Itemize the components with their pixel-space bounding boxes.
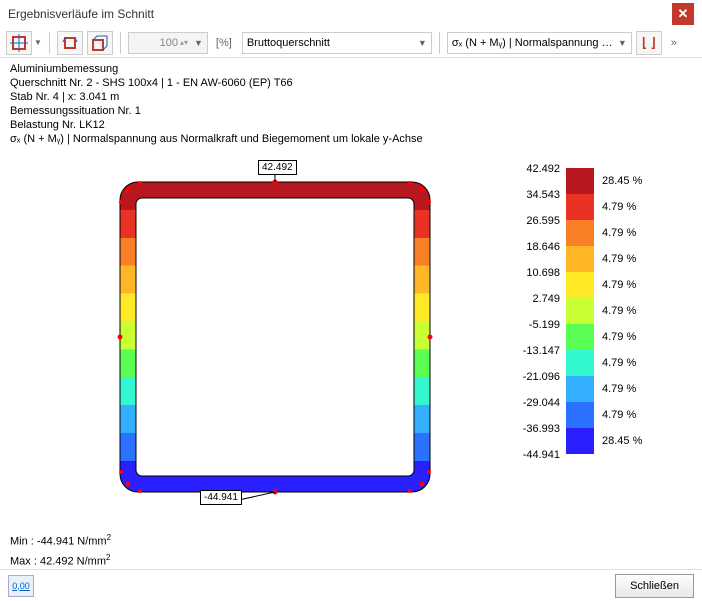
- legend-tick: -21.096: [514, 371, 566, 383]
- max-value-label: 42.492: [258, 160, 297, 175]
- legend-tick: -36.993: [514, 423, 566, 435]
- legend-percent: 4.79 %: [594, 357, 654, 369]
- legend-tick: 2.749: [514, 293, 566, 305]
- separator: [439, 32, 440, 54]
- close-button[interactable]: Schließen: [615, 574, 694, 598]
- min-value-label: -44.941: [200, 490, 242, 505]
- toolbar-overflow-button[interactable]: »: [666, 37, 682, 49]
- view-iso-button[interactable]: [87, 31, 113, 55]
- result-type-combo[interactable]: σₓ (N + Mᵧ) | Normalspannung au… ▼: [447, 32, 632, 54]
- max-label: Max :: [10, 555, 37, 567]
- close-icon[interactable]: ✕: [672, 3, 694, 25]
- legend-percent: 4.79 %: [594, 279, 654, 291]
- number-format-button[interactable]: 0,00: [8, 575, 34, 597]
- legend-tick: 42.492: [514, 163, 566, 175]
- max-value: 42.492 N/mm: [40, 555, 106, 567]
- legend-color-swatch: [566, 168, 594, 194]
- legend-color-swatch: [566, 324, 594, 350]
- chevron-down-icon: ▼: [418, 38, 427, 48]
- min-value: -44.941 N/mm: [37, 536, 107, 548]
- info-line: σₓ (N + Mᵧ) | Normalspannung aus Normalk…: [10, 132, 692, 146]
- cross-section-value: Bruttoquerschnitt: [247, 37, 414, 49]
- minmax-block: Min : -44.941 N/mm2 Max : 42.492 N/mm2: [10, 530, 111, 569]
- chevron-down-icon[interactable]: ▼: [34, 38, 42, 47]
- legend-percent: 4.79 %: [594, 253, 654, 265]
- zoom-value: 100: [160, 37, 178, 49]
- legend-tick: -5.199: [514, 319, 566, 331]
- cross-section-plot: [100, 162, 460, 512]
- legend-percent: 28.45 %: [594, 435, 654, 447]
- info-line: Belastung Nr. LK12: [10, 118, 692, 132]
- min-label: Min :: [10, 536, 34, 548]
- legend-tick: 34.543: [514, 189, 566, 201]
- legend-color-swatch: [566, 194, 594, 220]
- legend-color-swatch: [566, 246, 594, 272]
- legend-color-swatch: [566, 402, 594, 428]
- separator: [120, 32, 121, 54]
- color-legend: 42.49228.45 %34.5434.79 %26.5954.79 %18.…: [514, 168, 684, 480]
- info-line: Stab Nr. 4 | x: 3.041 m: [10, 90, 692, 104]
- brackets-button[interactable]: ⌊ ⌋: [636, 31, 662, 55]
- legend-tick: 10.698: [514, 267, 566, 279]
- legend-tick: -13.147: [514, 345, 566, 357]
- legend-color-swatch: [566, 428, 594, 454]
- legend-percent: 4.79 %: [594, 383, 654, 395]
- separator: [49, 32, 50, 54]
- window-title: Ergebnisverläufe im Schnitt: [8, 7, 672, 21]
- info-line: Aluminiumbemessung: [10, 62, 692, 76]
- legend-color-swatch: [566, 220, 594, 246]
- legend-percent: 4.79 %: [594, 201, 654, 213]
- legend-color-swatch: [566, 298, 594, 324]
- legend-tick: -29.044: [514, 397, 566, 409]
- view-front-button[interactable]: [57, 31, 83, 55]
- titlebar: Ergebnisverläufe im Schnitt ✕: [0, 0, 702, 28]
- legend-color-swatch: [566, 272, 594, 298]
- legend-color-swatch: [566, 350, 594, 376]
- section-graphic-button[interactable]: [6, 31, 32, 55]
- legend-percent: 4.79 %: [594, 305, 654, 317]
- zoom-combo[interactable]: 100 ▴▾ ▼: [128, 32, 208, 54]
- legend-percent: 4.79 %: [594, 331, 654, 343]
- zoom-unit: [%]: [216, 37, 232, 49]
- chevron-down-icon: ▼: [618, 38, 627, 48]
- chevron-down-icon: ▼: [194, 38, 203, 48]
- legend-color-swatch: [566, 376, 594, 402]
- legend-row: -44.941: [514, 454, 684, 480]
- legend-percent: 4.79 %: [594, 409, 654, 421]
- info-line: Bemessungssituation Nr. 1: [10, 104, 692, 118]
- info-block: Aluminiumbemessung Querschnitt Nr. 2 - S…: [0, 58, 702, 148]
- legend-percent: 4.79 %: [594, 227, 654, 239]
- legend-tick: 18.646: [514, 241, 566, 253]
- legend-tick: 26.595: [514, 215, 566, 227]
- toolbar: ▼ 100 ▴▾ ▼ [%] Bruttoquerschnitt ▼ σₓ (N…: [0, 28, 702, 58]
- result-type-value: σₓ (N + Mᵧ) | Normalspannung au…: [452, 37, 614, 49]
- legend-tick: -44.941: [514, 449, 566, 461]
- info-line: Querschnitt Nr. 2 - SHS 100x4 | 1 - EN A…: [10, 76, 692, 90]
- footer: 0,00 Schließen: [0, 569, 702, 601]
- legend-percent: 28.45 %: [594, 175, 654, 187]
- cross-section-combo[interactable]: Bruttoquerschnitt ▼: [242, 32, 432, 54]
